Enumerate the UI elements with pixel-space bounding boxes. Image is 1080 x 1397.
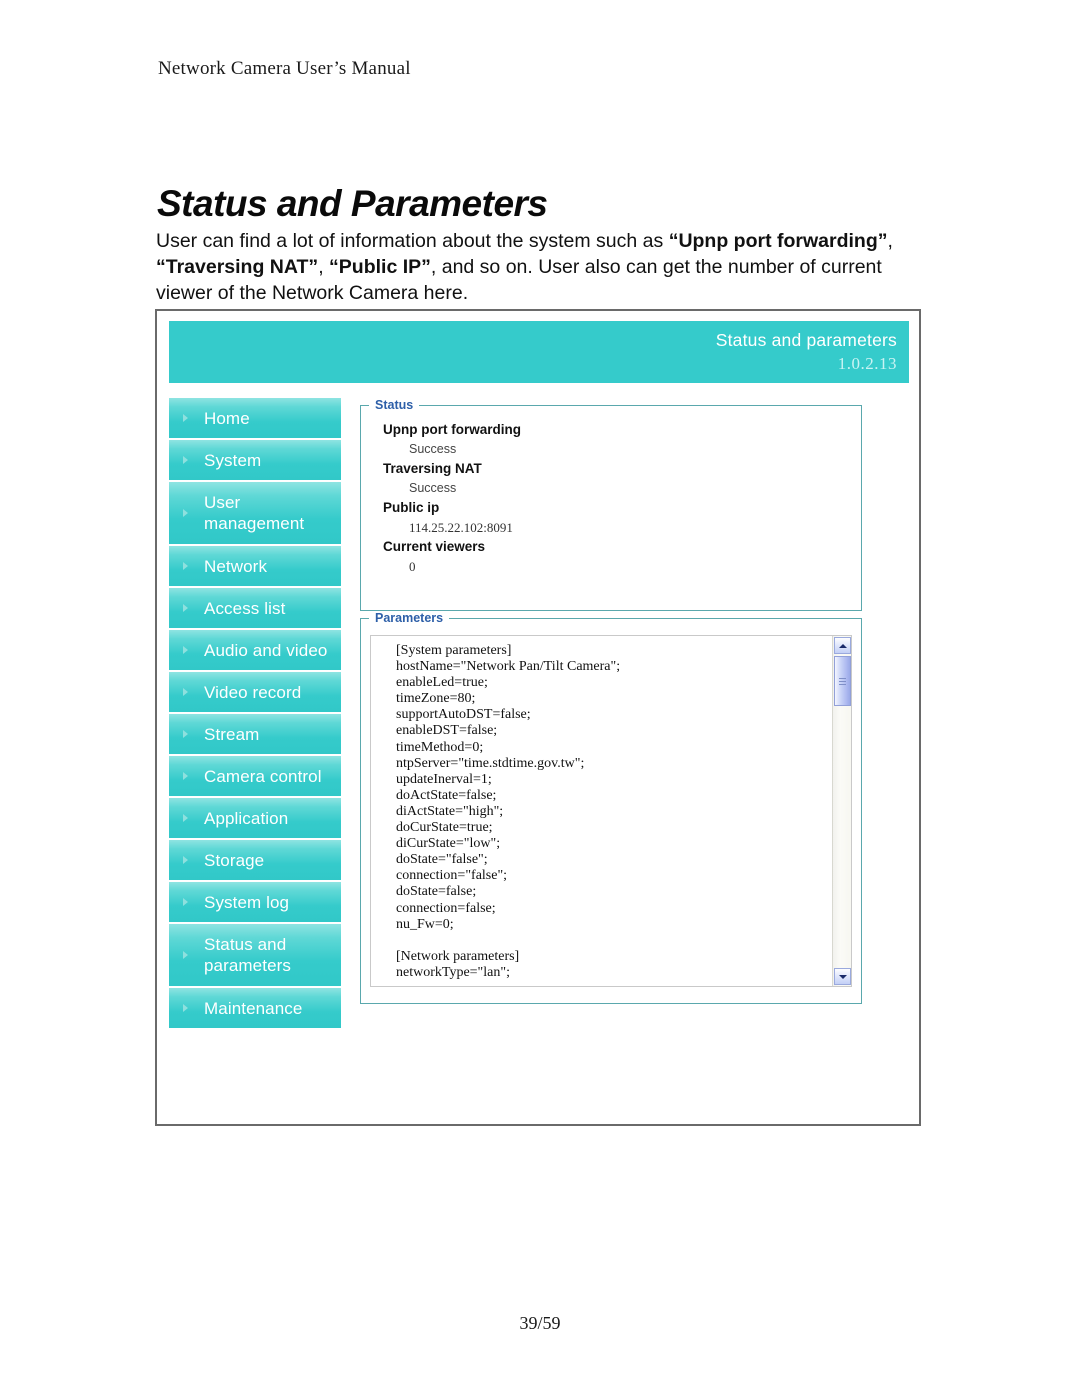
parameters-text-content: [System parameters] hostName="Network Pa…: [396, 643, 621, 980]
parameters-panel-legend: Parameters: [375, 611, 444, 625]
sidebar-item-stream[interactable]: Stream: [169, 714, 341, 754]
screenshot-frame: Status and parameters 1.0.2.13 Home Syste…: [155, 309, 921, 1126]
triangle-right-icon: [183, 898, 188, 906]
sidebar-item-network[interactable]: Network: [169, 546, 341, 586]
page-title: Status and Parameters: [157, 182, 548, 224]
sidebar-item-storage[interactable]: Storage: [169, 840, 341, 880]
status-key: Traversing NAT: [383, 461, 482, 476]
sidebar-item-user-management[interactable]: User management: [169, 482, 341, 544]
parameters-panel: Parameters [System parameters] hostName=…: [360, 611, 862, 1004]
app-header-version: 1.0.2.13: [837, 354, 897, 373]
status-value: 114.25.22.102:8091: [409, 520, 513, 535]
status-value: 0: [409, 559, 416, 574]
sidebar-item-system[interactable]: System: [169, 440, 341, 480]
scrollbar-down-button[interactable]: [834, 968, 851, 985]
sidebar-item-label: User management: [204, 493, 305, 533]
sidebar-item-application[interactable]: Application: [169, 798, 341, 838]
triangle-right-icon: [183, 604, 188, 612]
triangle-right-icon: [183, 951, 188, 959]
chevron-up-icon: [838, 643, 847, 648]
triangle-right-icon: [183, 562, 188, 570]
status-value: Success: [409, 442, 457, 456]
triangle-right-icon: [183, 1004, 188, 1012]
parameters-textarea[interactable]: [System parameters] hostName="Network Pa…: [370, 635, 852, 987]
sidebar-item-audio-and-video[interactable]: Audio and video: [169, 630, 341, 670]
chevron-down-icon: [838, 974, 847, 979]
intro-paragraph: User can find a lot of information about…: [156, 230, 893, 304]
sidebar-item-label: Access list: [204, 598, 286, 618]
app-header-title: Status and parameters: [715, 330, 897, 350]
triangle-right-icon: [183, 730, 188, 738]
status-key: Upnp port forwarding: [383, 422, 521, 437]
sidebar-item-label: Camera control: [204, 766, 322, 786]
sidebar-item-label: Application: [204, 808, 289, 828]
parameters-scrollbar[interactable]: [832, 636, 851, 986]
status-entry-list: Upnp port forwarding Success Traversing NA…: [361, 412, 861, 576]
sidebar-item-camera-control[interactable]: Camera control: [169, 756, 341, 796]
sidebar-item-label: Storage: [204, 850, 265, 870]
status-panel: Status Upnp port forwarding Success Traver…: [360, 398, 862, 611]
running-header: Network Camera User’s Manual: [158, 58, 411, 79]
triangle-right-icon: [183, 856, 188, 864]
main-content: Status Upnp port forwarding Success Traver…: [360, 398, 862, 1004]
sidebar-item-label: Maintenance: [204, 998, 303, 1018]
sidebar-item-video-record[interactable]: Video record: [169, 672, 341, 712]
sidebar-item-maintenance[interactable]: Maintenance: [169, 988, 341, 1028]
app-header-banner: Status and parameters 1.0.2.13: [169, 321, 909, 383]
sidebar-nav: Home System User management Network Access l…: [169, 398, 341, 1030]
sidebar-item-home[interactable]: Home: [169, 398, 341, 438]
sidebar-item-status-and-parameters[interactable]: Status and parameters: [169, 924, 341, 986]
page-footer: 39/59: [519, 1313, 561, 1333]
triangle-right-icon: [183, 688, 188, 696]
triangle-right-icon: [183, 646, 188, 654]
status-key: Public ip: [383, 500, 440, 515]
triangle-right-icon: [183, 414, 188, 422]
scrollbar-thumb[interactable]: [834, 656, 851, 706]
triangle-right-icon: [183, 814, 188, 822]
triangle-right-icon: [183, 456, 188, 464]
triangle-right-icon: [183, 509, 188, 517]
sidebar-item-label: System: [204, 450, 262, 470]
sidebar-item-label: Video record: [204, 682, 302, 702]
sidebar-item-label: Home: [204, 408, 250, 428]
status-panel-legend: Status: [375, 398, 414, 412]
sidebar-item-label: System log: [204, 892, 290, 912]
status-key: Current viewers: [383, 539, 486, 554]
sidebar-item-access-list[interactable]: Access list: [169, 588, 341, 628]
sidebar-item-system-log[interactable]: System log: [169, 882, 341, 922]
sidebar-item-label: Status and parameters: [204, 935, 291, 975]
sidebar-item-label: Network: [204, 556, 268, 576]
sidebar-item-label: Stream: [204, 724, 260, 744]
triangle-right-icon: [183, 772, 188, 780]
sidebar-item-label: Audio and video: [204, 640, 328, 660]
scrollbar-up-button[interactable]: [834, 637, 851, 654]
grip-icon: [839, 677, 846, 685]
status-value: Success: [409, 481, 457, 495]
